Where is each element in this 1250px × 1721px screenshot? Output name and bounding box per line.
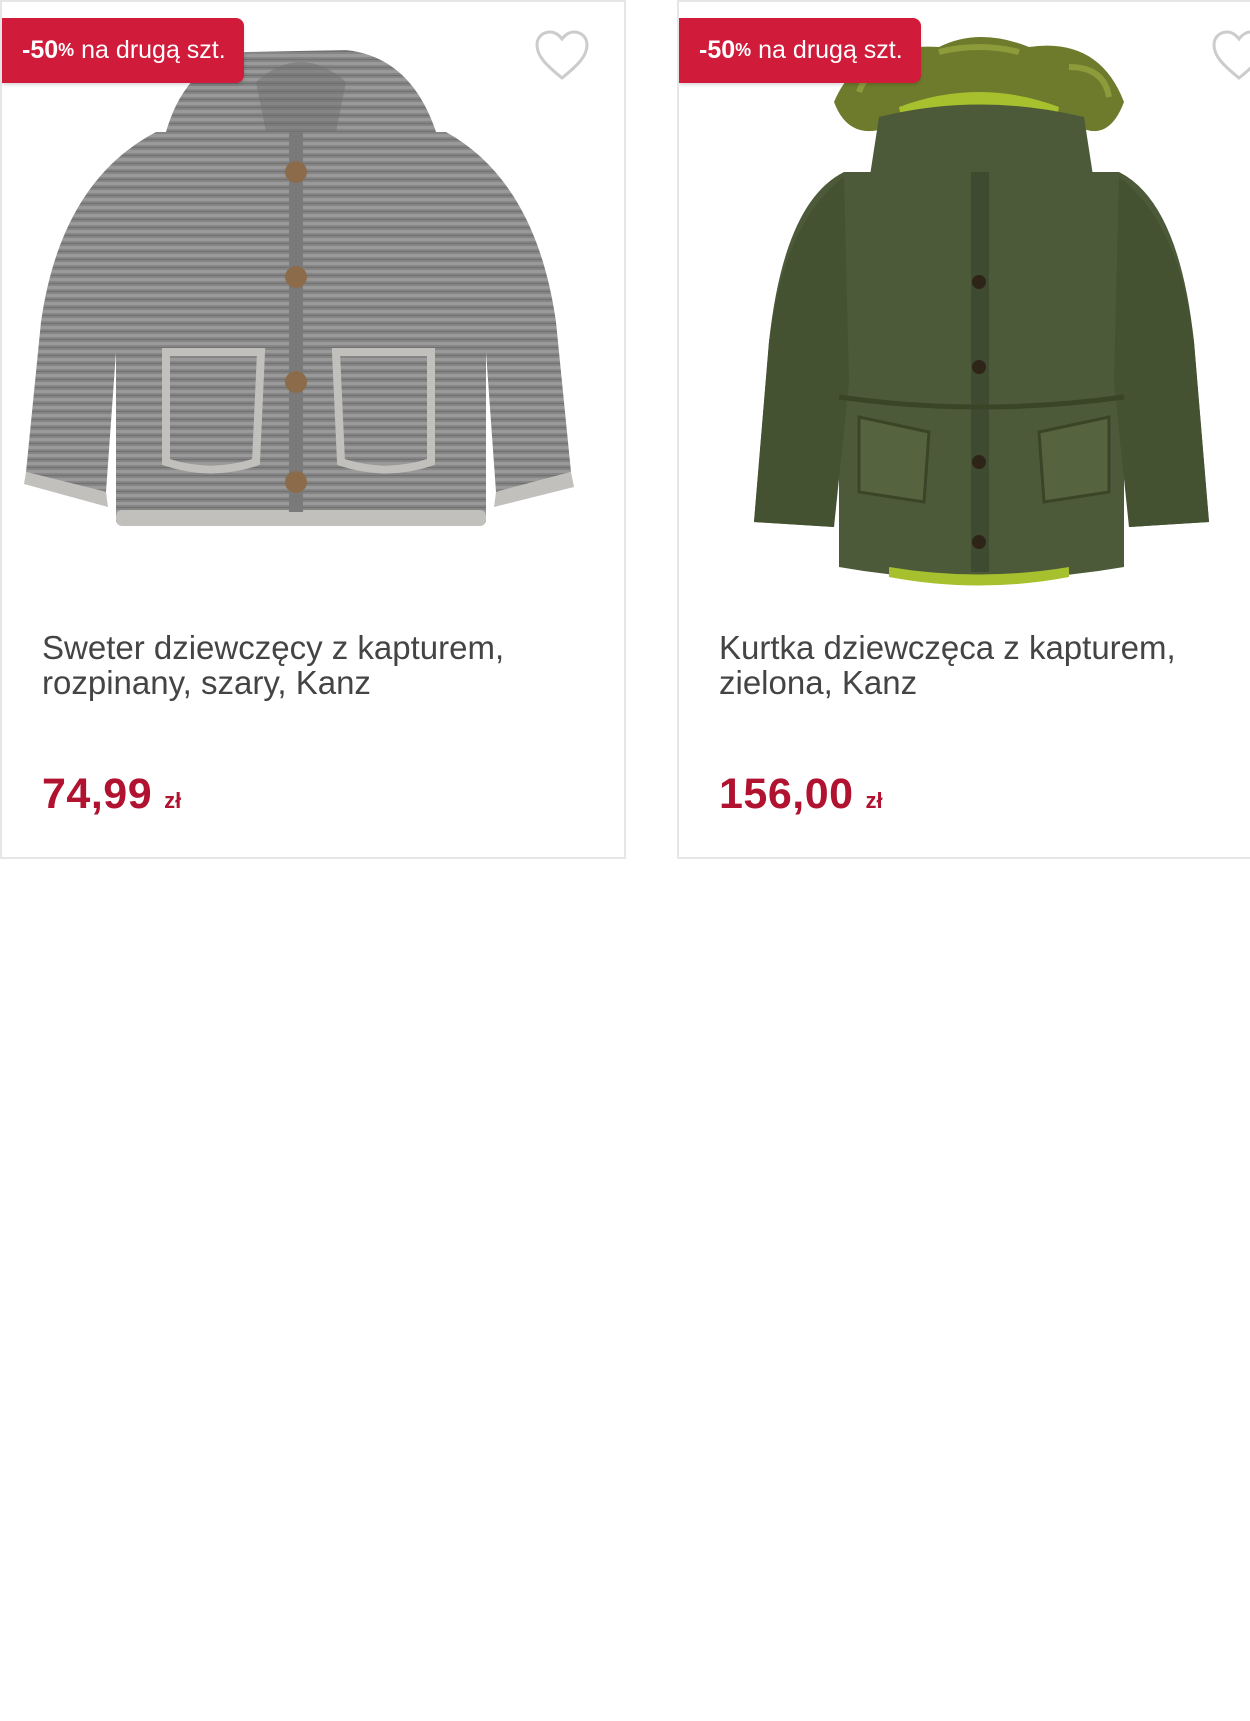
- promo-badge-percent: -50: [699, 36, 736, 64]
- product-title[interactable]: Kurtka dziewczęca z kapturem, zielona, K…: [719, 630, 1229, 700]
- promo-badge-percent-sign: %: [735, 40, 752, 60]
- green-hooded-parka-jacket-image[interactable]: [739, 22, 1229, 602]
- price-amount: 156,00: [719, 770, 854, 818]
- heart-outline-icon[interactable]: [1211, 30, 1250, 82]
- grey-knit-hooded-sweater-image[interactable]: [16, 22, 616, 542]
- heart-outline-icon[interactable]: [534, 30, 590, 82]
- promo-badge: -50% na drugą szt.: [2, 18, 244, 83]
- price-amount: 74,99: [42, 770, 153, 818]
- product-title[interactable]: Sweter dziewczęcy z kapturem, rozpinany,…: [42, 630, 582, 700]
- promo-badge-text: na drugą szt.: [81, 36, 226, 64]
- price-currency: zł: [164, 788, 182, 813]
- product-price: 156,00 zł: [719, 770, 883, 819]
- promo-badge-percent: -50: [22, 36, 59, 64]
- product-price: 74,99 zł: [42, 770, 181, 819]
- promo-badge-percent-sign: %: [58, 40, 75, 60]
- promo-badge-text: na drugą szt.: [758, 36, 903, 64]
- product-card[interactable]: -50% na drugą szt. Sweter dziewczęcy z ka…: [0, 0, 626, 859]
- product-card[interactable]: -50% na drugą szt. Kurtka dziewczęca z ka…: [677, 0, 1250, 859]
- promo-badge: -50% na drugą szt.: [679, 18, 921, 83]
- price-currency: zł: [865, 788, 883, 813]
